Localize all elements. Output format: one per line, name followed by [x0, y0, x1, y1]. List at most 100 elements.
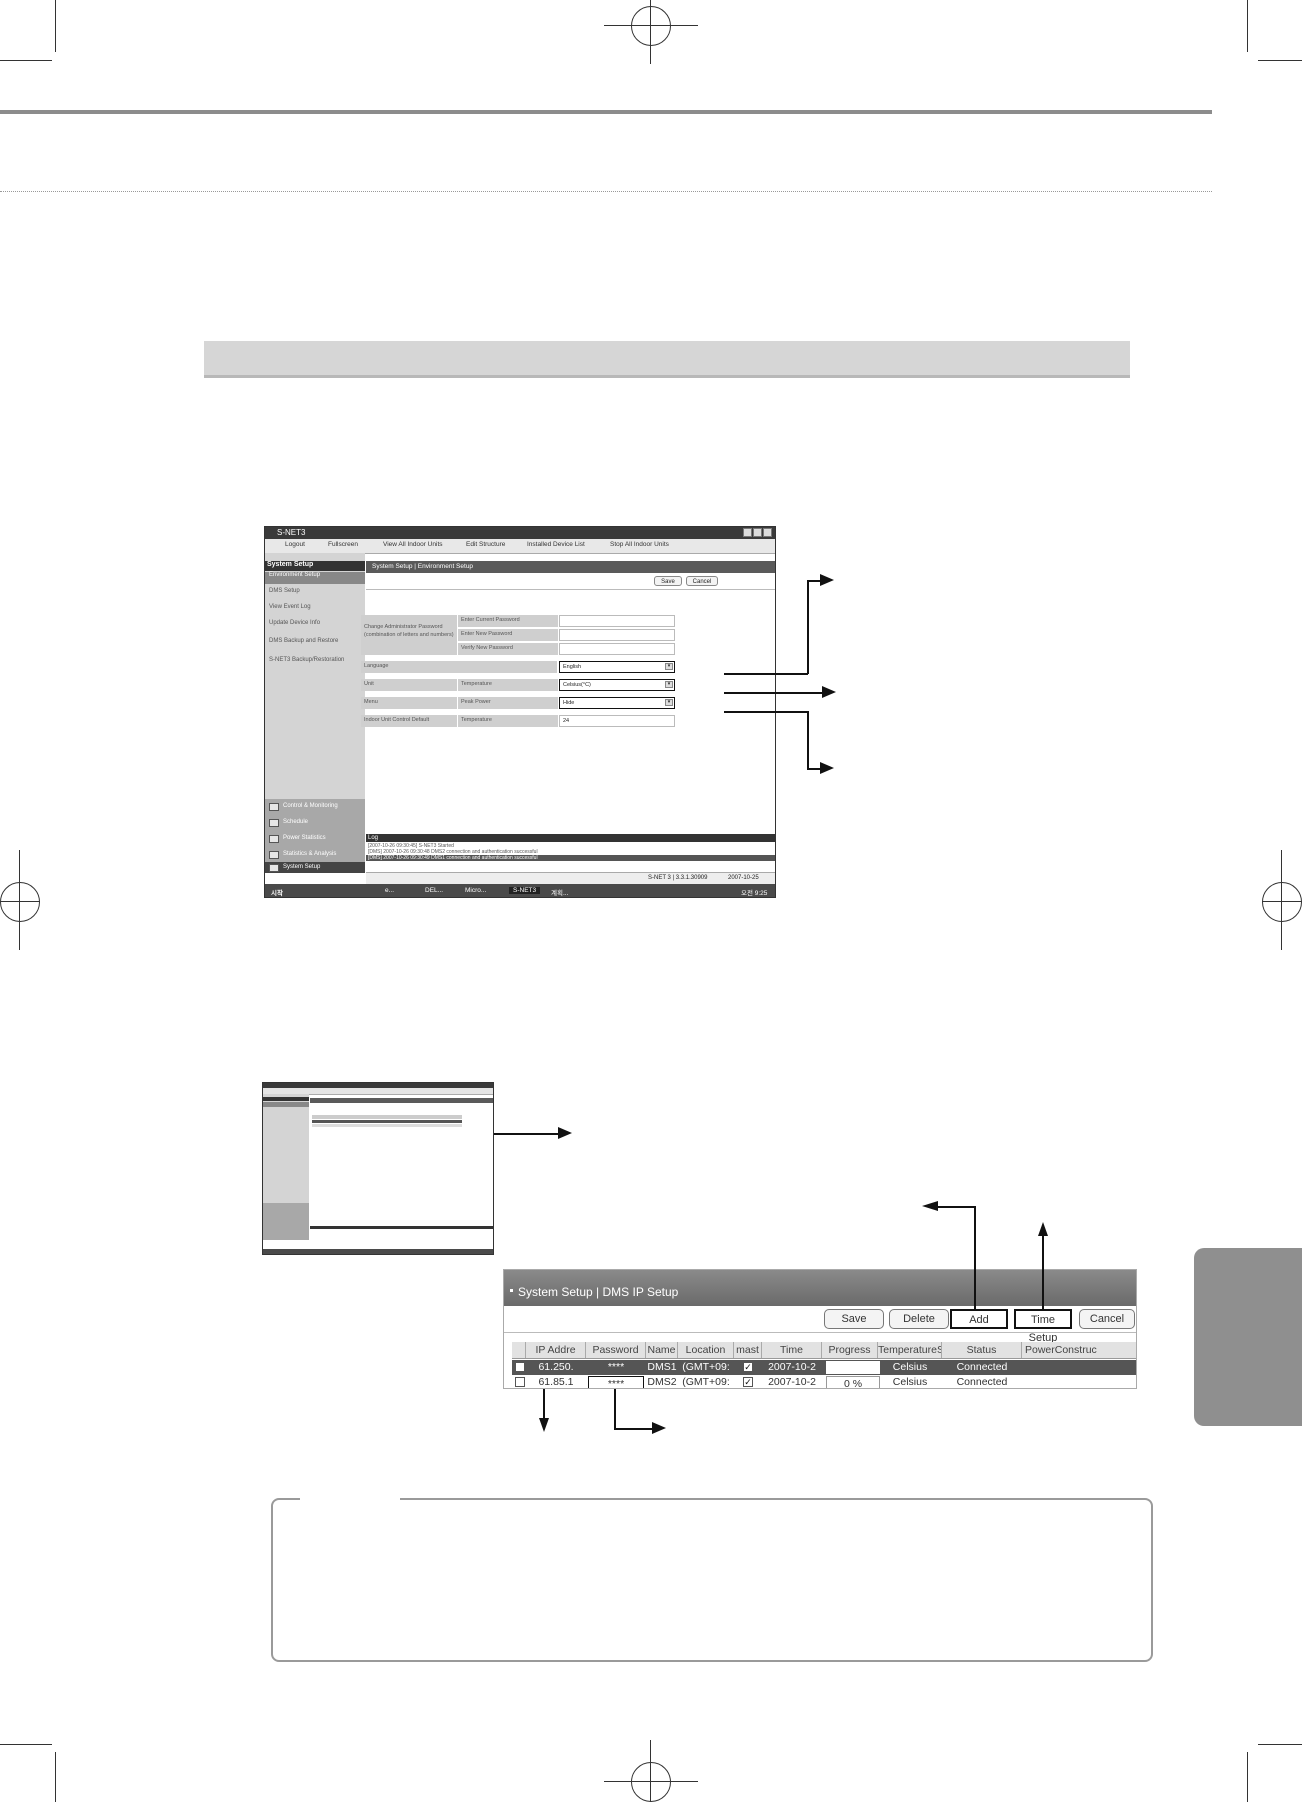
crop-mark: [1247, 1752, 1248, 1802]
crop-mark: [0, 60, 52, 61]
chevron-down-icon[interactable]: ▾: [665, 663, 673, 670]
master-checkbox[interactable]: ✓: [743, 1377, 753, 1387]
col-location[interactable]: Location: [678, 1342, 734, 1358]
callout-line: [974, 1206, 976, 1309]
indoor-temperature-label: Temperature: [458, 715, 558, 727]
row-checkbox[interactable]: [515, 1362, 525, 1372]
chevron-down-icon[interactable]: ▾: [665, 681, 673, 688]
sidebar-bottom-system-setup[interactable]: System Setup: [283, 864, 320, 870]
dms-table-header: IP Addre Password Name Location mast Tim…: [512, 1342, 1136, 1359]
time-setup-button[interactable]: Time Setup: [1014, 1309, 1072, 1344]
add-button[interactable]: Add: [950, 1309, 1008, 1329]
verify-password-input[interactable]: [559, 643, 675, 655]
toolbar-stop-all[interactable]: Stop All Indoor Units: [610, 541, 669, 548]
toolbar-fullscreen[interactable]: Fullscreen: [328, 541, 358, 548]
dms-setup-thumbnail: [262, 1082, 494, 1255]
sidebar-bottom-control[interactable]: Control & Monitoring: [283, 803, 338, 809]
cell-progress: 0 %: [826, 1376, 880, 1388]
col-password[interactable]: Password: [586, 1342, 646, 1358]
sidebar-bottom-statistics[interactable]: Statistics & Analysis: [283, 851, 336, 857]
unit-label: Unit: [361, 679, 457, 691]
table-row[interactable]: 61.85.1 **** DMS2 (GMT+09: ✓ 2007-10-2 0…: [512, 1375, 1136, 1388]
menu-label: Menu: [361, 697, 457, 709]
close-icon[interactable]: [763, 528, 772, 537]
arrow-left-icon: [922, 1201, 938, 1211]
minimize-icon[interactable]: [743, 528, 752, 537]
maximize-icon[interactable]: [753, 528, 762, 537]
sidebar-item-dms-backup[interactable]: DMS Backup and Restore: [265, 638, 365, 650]
registration-mark: [0, 901, 40, 902]
toolbar-installed-device-list[interactable]: Installed Device List: [527, 541, 585, 548]
indoor-temperature-input[interactable]: 24: [559, 715, 675, 727]
peak-power-select[interactable]: Hide ▾: [559, 697, 675, 709]
chevron-down-icon[interactable]: ▾: [665, 699, 673, 706]
enter-current-label: Enter Current Password: [458, 615, 558, 627]
thumb-table-row: [312, 1120, 462, 1123]
callout-line: [724, 673, 808, 675]
taskbar-item[interactable]: S-NET3: [509, 887, 541, 894]
temperature-unit-select[interactable]: Celsius(°C) ▾: [559, 679, 675, 691]
col-master[interactable]: mast: [734, 1342, 762, 1358]
toolbar-view-all-indoor[interactable]: View All Indoor Units: [383, 541, 443, 548]
sidebar-bottom-power[interactable]: Power Statistics: [283, 835, 326, 841]
current-password-input[interactable]: [559, 615, 675, 627]
thumb-taskbar: [263, 1249, 493, 1254]
registration-mark: [650, 1740, 651, 1802]
language-select[interactable]: English ▾: [559, 661, 675, 673]
col-ip[interactable]: IP Addre: [526, 1342, 586, 1358]
cancel-button[interactable]: Cancel: [686, 576, 718, 586]
window-titlebar: S-NET3: [265, 527, 775, 539]
sidebar-item-environment-setup[interactable]: Environment Setup: [265, 572, 365, 584]
sidebar-bottom-schedule[interactable]: Schedule: [283, 819, 308, 825]
taskbar-item[interactable]: 계획...: [551, 887, 568, 897]
crop-mark: [55, 0, 56, 52]
start-button[interactable]: 시작: [271, 887, 283, 897]
sidebar-bottom-menu: Control & Monitoring Schedule Power Stat…: [265, 799, 365, 873]
window-title: S-NET3: [277, 528, 306, 537]
taskbar-item[interactable]: Micro...: [465, 887, 486, 894]
taskbar-clock: 오전 9:25: [741, 890, 768, 897]
taskbar-item[interactable]: DEL...: [425, 887, 443, 894]
chapter-tab: [1194, 1248, 1302, 1426]
callout-line: [494, 1133, 560, 1135]
arrow-down-icon: [539, 1418, 549, 1432]
callout-line: [1042, 1236, 1044, 1309]
row-checkbox[interactable]: [515, 1377, 525, 1387]
power-icon: [269, 835, 279, 843]
crop-mark: [1247, 0, 1248, 52]
col-status[interactable]: Status: [942, 1342, 1022, 1358]
col-temperature[interactable]: TemperatureS: [878, 1342, 942, 1358]
cell-password: ****: [607, 1361, 625, 1373]
col-name[interactable]: Name: [646, 1342, 678, 1358]
delete-button[interactable]: Delete: [889, 1309, 949, 1329]
cell-location: (GMT+09:: [682, 1376, 730, 1388]
cell-temperature: Celsius: [892, 1376, 928, 1388]
arrow-right-icon: [652, 1422, 666, 1434]
taskbar: 시작 e... DEL... Micro... S-NET3 계획... 오전 …: [265, 884, 775, 897]
sidebar-item-view-event-log[interactable]: View Event Log: [265, 604, 365, 616]
save-button[interactable]: Save: [654, 576, 682, 586]
registration-mark: [604, 1781, 698, 1782]
sidebar-item-dms-setup[interactable]: DMS Setup: [265, 588, 365, 600]
cancel-button[interactable]: Cancel: [1079, 1309, 1135, 1329]
col-time[interactable]: Time: [762, 1342, 822, 1358]
sidebar-item-update-device-info[interactable]: Update Device Info: [265, 620, 365, 632]
col-power[interactable]: PowerConstruc: [1022, 1342, 1136, 1358]
sidebar-item-snet3-backup[interactable]: S-NET3 Backup/Restoration: [265, 657, 365, 669]
cell-name: DMS2: [647, 1376, 677, 1388]
taskbar-item[interactable]: e...: [385, 887, 394, 894]
col-progress[interactable]: Progress: [822, 1342, 878, 1358]
new-password-input[interactable]: [559, 629, 675, 641]
cell-ip: 61.85.1: [538, 1376, 574, 1388]
master-checkbox[interactable]: ✓: [743, 1362, 753, 1372]
cell-status: Connected: [956, 1376, 1008, 1388]
crop-mark: [1258, 1744, 1302, 1745]
save-button[interactable]: Save: [824, 1309, 884, 1329]
cell-time: 2007-10-2: [768, 1361, 816, 1373]
arrow-right-icon: [820, 574, 834, 586]
note-box: [271, 1498, 1153, 1662]
toolbar-logout[interactable]: Logout: [285, 541, 305, 548]
registration-mark: [1281, 850, 1282, 950]
table-row[interactable]: 61.250. **** DMS1 (GMT+09: ✓ 2007-10-2 C…: [512, 1360, 1136, 1375]
toolbar-edit-structure[interactable]: Edit Structure: [466, 541, 505, 548]
